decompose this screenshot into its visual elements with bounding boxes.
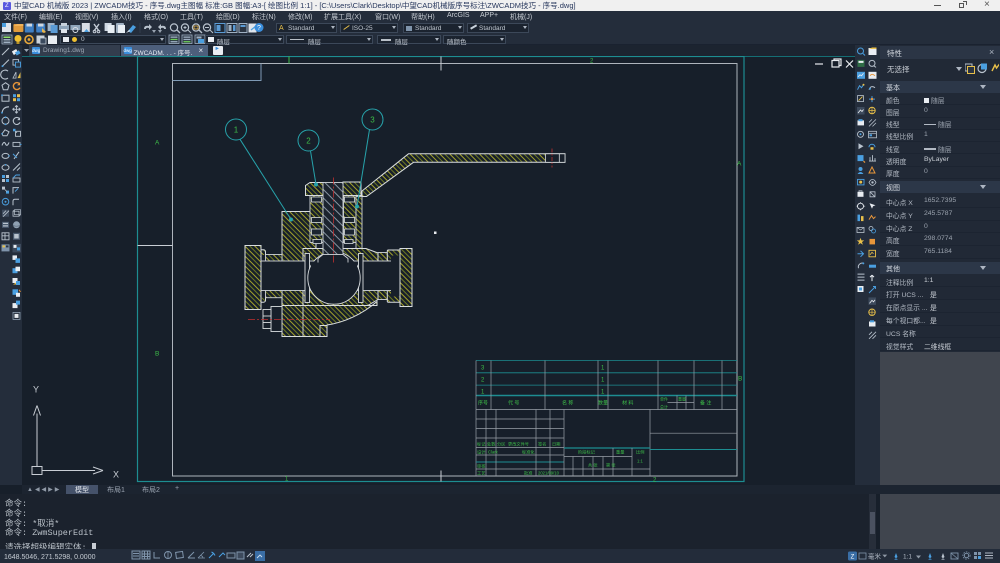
svg-text:1: 1 <box>601 377 605 383</box>
svg-text:Y: Y <box>33 384 39 394</box>
svg-text:阶段标记: 阶段标记 <box>578 448 596 455</box>
svg-text:审核: 审核 <box>477 462 486 469</box>
svg-text:日期: 日期 <box>552 441 560 447</box>
svg-text:备 注: 备 注 <box>700 399 711 406</box>
svg-text:批准: 批准 <box>524 469 532 476</box>
svg-text:1: 1 <box>234 125 239 134</box>
svg-text:Clark: Clark <box>488 449 499 454</box>
svg-text:3: 3 <box>481 365 485 371</box>
svg-text:更改文件号: 更改文件号 <box>508 440 529 447</box>
svg-text:1: 1 <box>481 389 485 395</box>
svg-text:标记: 标记 <box>477 440 486 447</box>
svg-text:1: 1 <box>601 365 605 371</box>
svg-text:重量: 重量 <box>678 395 686 401</box>
svg-text:名 称: 名 称 <box>562 399 573 406</box>
svg-text:单件: 单件 <box>660 395 668 401</box>
svg-text:数量: 数量 <box>598 399 608 406</box>
svg-text:?: ? <box>257 25 261 32</box>
svg-text:毫米: 毫米 <box>868 552 882 561</box>
svg-text:1:1: 1:1 <box>637 458 643 463</box>
svg-text:第 张: 第 张 <box>606 461 616 468</box>
svg-text:2: 2 <box>653 477 657 483</box>
svg-text:共 张: 共 张 <box>588 461 598 468</box>
svg-text:序号: 序号 <box>478 399 488 406</box>
svg-text:处数: 处数 <box>487 440 496 447</box>
svg-text:Z: Z <box>851 555 855 561</box>
svg-text:工艺: 工艺 <box>477 470 485 475</box>
svg-text:3: 3 <box>370 115 375 124</box>
svg-text:1: 1 <box>601 389 605 395</box>
svg-text:2: 2 <box>306 136 311 145</box>
svg-text:分区: 分区 <box>497 440 505 447</box>
svg-text:A: A <box>737 160 742 167</box>
svg-text:重量: 重量 <box>616 448 624 455</box>
svg-text:A: A <box>155 139 160 146</box>
svg-text:总计: 总计 <box>660 403 668 409</box>
svg-text:材 料: 材 料 <box>622 399 633 406</box>
svg-text:签名: 签名 <box>538 440 546 447</box>
svg-text:B: B <box>155 350 159 357</box>
svg-text:代 号: 代 号 <box>508 399 519 406</box>
svg-text:设计: 设计 <box>477 448 485 455</box>
svg-text:标准化: 标准化 <box>522 448 535 455</box>
svg-text:X: X <box>113 469 119 479</box>
svg-text:2: 2 <box>481 377 485 383</box>
svg-text:B: B <box>738 375 742 382</box>
svg-text:比例: 比例 <box>636 448 644 455</box>
svg-text:2021/09/10: 2021/09/10 <box>538 470 560 475</box>
svg-text:1:1: 1:1 <box>903 554 912 561</box>
